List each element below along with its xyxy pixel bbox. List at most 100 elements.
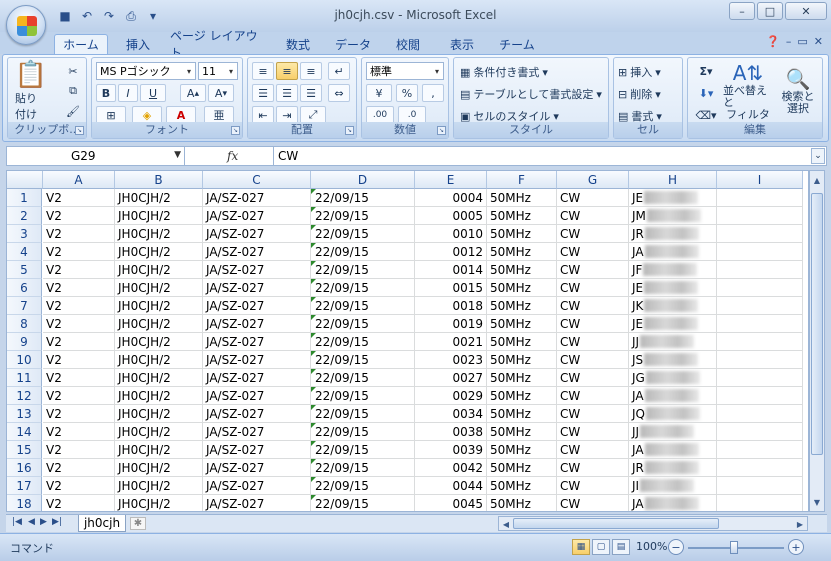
cell[interactable]: JA xyxy=(629,243,717,261)
align-right-icon[interactable]: ☰ xyxy=(300,84,322,102)
find-select-button[interactable]: 🔍 検索と 選択 xyxy=(776,60,820,122)
cell[interactable]: 0042 xyxy=(415,459,487,477)
font-name-combo[interactable]: MS Pゴシック ▾ xyxy=(96,62,196,80)
scroll-left-icon[interactable]: ◀ xyxy=(499,517,513,531)
cell[interactable]: JH0CJH/2 xyxy=(115,351,203,369)
cell[interactable]: JH0CJH/2 xyxy=(115,297,203,315)
format-as-table-button[interactable]: ▤ テーブルとして書式設定 ▾ xyxy=(460,86,602,102)
cell[interactable] xyxy=(717,495,803,511)
cell[interactable]: JA/SZ-027 xyxy=(203,495,311,511)
row-header[interactable]: 11 xyxy=(7,369,42,387)
cell[interactable]: 0018 xyxy=(415,297,487,315)
cell[interactable]: 50MHz xyxy=(487,333,557,351)
cell[interactable]: JA/SZ-027 xyxy=(203,315,311,333)
cell[interactable]: 22/09/15 xyxy=(311,225,415,243)
cell[interactable]: V2 xyxy=(43,459,115,477)
fill-icon[interactable]: ⬇▾ xyxy=(692,84,720,102)
new-sheet-icon[interactable]: ✱ xyxy=(130,517,146,530)
cell[interactable]: JF xyxy=(629,261,717,279)
cell[interactable]: V2 xyxy=(43,207,115,225)
cell[interactable]: JE xyxy=(629,189,717,207)
cell[interactable]: 0027 xyxy=(415,369,487,387)
row-header[interactable]: 7 xyxy=(7,297,42,315)
comma-icon[interactable]: , xyxy=(422,84,444,102)
cell[interactable]: V2 xyxy=(43,225,115,243)
cell[interactable]: 22/09/15 xyxy=(311,207,415,225)
cell[interactable]: CW xyxy=(557,189,629,207)
insert-cells-button[interactable]: ⊞ 挿入 ▾ xyxy=(618,64,661,80)
expand-formula-bar-icon[interactable]: ⌄ xyxy=(811,148,825,164)
cell[interactable]: 50MHz xyxy=(487,189,557,207)
help-icon[interactable]: ❓ xyxy=(766,35,780,48)
cell[interactable]: CW xyxy=(557,387,629,405)
row-header[interactable]: 12 xyxy=(7,387,42,405)
cell[interactable]: JH0CJH/2 xyxy=(115,423,203,441)
cell[interactable]: JA/SZ-027 xyxy=(203,459,311,477)
sort-filter-button[interactable]: A⇅ 並べ替えと フィルタ xyxy=(722,60,774,122)
cell[interactable]: JH0CJH/2 xyxy=(115,189,203,207)
cell[interactable]: JJ xyxy=(629,423,717,441)
underline-icon[interactable]: U xyxy=(140,84,166,102)
cell[interactable]: 22/09/15 xyxy=(311,279,415,297)
cell[interactable]: V2 xyxy=(43,369,115,387)
cell[interactable]: CW xyxy=(557,243,629,261)
cell[interactable]: JM xyxy=(629,207,717,225)
cell[interactable]: JA/SZ-027 xyxy=(203,423,311,441)
cell[interactable]: 22/09/15 xyxy=(311,243,415,261)
column-header[interactable]: H xyxy=(629,171,717,189)
cell[interactable]: CW xyxy=(557,351,629,369)
row-header[interactable]: 6 xyxy=(7,279,42,297)
cell[interactable] xyxy=(717,423,803,441)
workbook-minimize-button[interactable]: – xyxy=(786,35,792,48)
office-button[interactable] xyxy=(6,5,46,45)
prev-sheet-icon[interactable]: ◀ xyxy=(28,517,35,527)
cell[interactable]: JQ xyxy=(629,405,717,423)
cell[interactable]: 0010 xyxy=(415,225,487,243)
cell[interactable]: JH0CJH/2 xyxy=(115,279,203,297)
cell[interactable]: 50MHz xyxy=(487,495,557,511)
currency-icon[interactable]: ¥ xyxy=(366,84,392,102)
align-middle-icon[interactable]: ≡ xyxy=(276,62,298,80)
cell[interactable] xyxy=(717,333,803,351)
cell[interactable]: JA/SZ-027 xyxy=(203,225,311,243)
delete-cells-button[interactable]: ⊟ 削除 ▾ xyxy=(618,86,661,102)
alignment-dialog-launcher[interactable]: ↘ xyxy=(345,126,354,135)
cell[interactable] xyxy=(717,189,803,207)
cell[interactable]: JH0CJH/2 xyxy=(115,261,203,279)
number-dialog-launcher[interactable]: ↘ xyxy=(437,126,446,135)
cell[interactable]: 50MHz xyxy=(487,297,557,315)
row-header[interactable]: 18 xyxy=(7,495,42,511)
cell[interactable]: CW xyxy=(557,207,629,225)
column-header[interactable]: B xyxy=(115,171,203,189)
scroll-right-icon[interactable]: ▶ xyxy=(793,517,807,531)
cell[interactable]: V2 xyxy=(43,333,115,351)
column-header[interactable]: C xyxy=(203,171,311,189)
cell[interactable]: JH0CJH/2 xyxy=(115,477,203,495)
horizontal-scrollbar[interactable]: ◀ ▶ xyxy=(498,516,808,531)
cell[interactable]: JA xyxy=(629,441,717,459)
tab-insert[interactable]: 挿入 xyxy=(116,34,160,54)
cell[interactable]: V2 xyxy=(43,315,115,333)
cell[interactable]: CW xyxy=(557,315,629,333)
cell[interactable]: 22/09/15 xyxy=(311,459,415,477)
shrink-font-icon[interactable]: A ▾ xyxy=(208,84,234,102)
cell[interactable]: 22/09/15 xyxy=(311,423,415,441)
cell[interactable]: JE xyxy=(629,315,717,333)
cell[interactable]: 0019 xyxy=(415,315,487,333)
cell[interactable]: CW xyxy=(557,423,629,441)
cell[interactable]: 50MHz xyxy=(487,369,557,387)
cell[interactable]: V2 xyxy=(43,387,115,405)
select-all-corner[interactable] xyxy=(7,171,43,189)
cell[interactable]: 50MHz xyxy=(487,459,557,477)
cell[interactable]: V2 xyxy=(43,243,115,261)
cell[interactable]: JA/SZ-027 xyxy=(203,279,311,297)
tab-page-layout[interactable]: ページ レイアウト xyxy=(170,29,266,60)
cell[interactable]: 0015 xyxy=(415,279,487,297)
cell[interactable]: JI xyxy=(629,477,717,495)
cell[interactable]: 22/09/15 xyxy=(311,333,415,351)
cell[interactable]: JH0CJH/2 xyxy=(115,225,203,243)
cell[interactable]: 22/09/15 xyxy=(311,477,415,495)
cell[interactable]: JA/SZ-027 xyxy=(203,369,311,387)
bold-icon[interactable]: B xyxy=(96,84,116,102)
cell[interactable]: JH0CJH/2 xyxy=(115,333,203,351)
